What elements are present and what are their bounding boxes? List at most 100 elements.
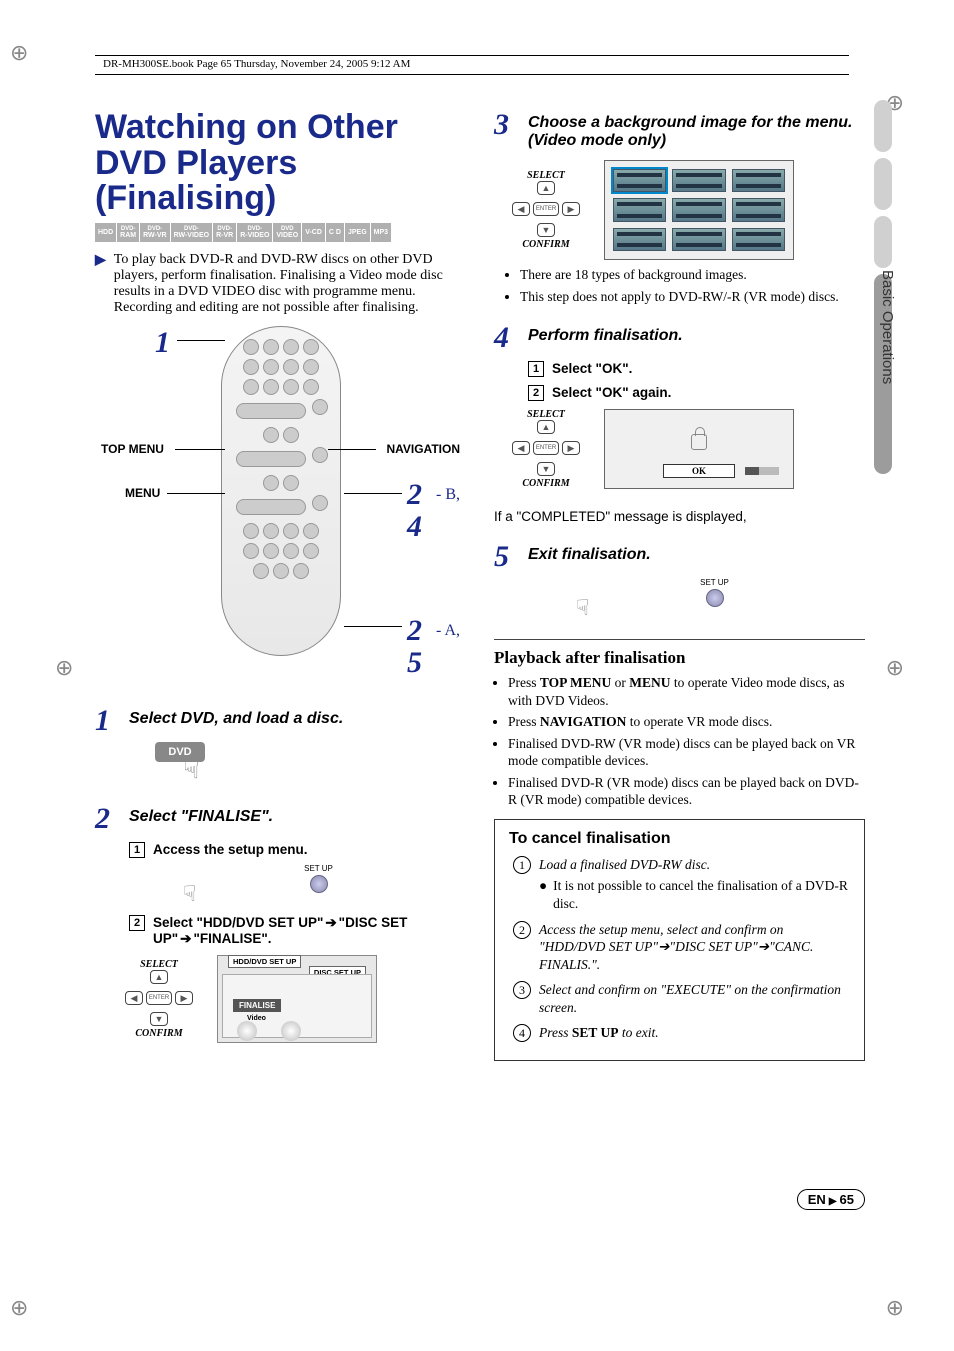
cancel-step: 4 Press SET UP to exit. xyxy=(513,1024,850,1042)
up-arrow-icon: ▲ xyxy=(150,970,168,984)
cancel-step: 3 Select and confirm on "EXECUTE" on the… xyxy=(513,981,850,1016)
left-column: Watching on Other DVD Players (Finalisin… xyxy=(95,110,466,1240)
bg-thumb xyxy=(672,169,725,192)
enter-button-icon: ENTER xyxy=(533,202,559,216)
callout-number: 4 xyxy=(407,510,422,544)
badge: MP3 xyxy=(371,223,391,242)
bg-thumb xyxy=(732,169,785,192)
bullet-text: Finalised DVD-RW (VR mode) discs can be … xyxy=(508,735,865,770)
substep-text: Select "OK" again. xyxy=(552,385,671,401)
substep-text: Select "HDD/DVD SET UP"➔"DISC SET UP"➔"F… xyxy=(153,915,466,947)
callout-number: 1 xyxy=(155,326,170,360)
step-title: Select "FINALISE". xyxy=(129,804,273,826)
down-arrow-icon: ▼ xyxy=(150,1012,168,1026)
progress-bar xyxy=(745,467,779,475)
bullet-text: Finalised DVD-R (VR mode) discs can be p… xyxy=(508,774,865,809)
bullet-text: Press NAVIGATION to operate VR mode disc… xyxy=(508,713,865,731)
badge: C D xyxy=(326,223,344,242)
badge: JPEG xyxy=(345,223,370,242)
setup-button-figure: SET UP ☟ xyxy=(564,578,865,621)
substep-text: Access the setup menu. xyxy=(153,842,308,858)
completed-text: If a "COMPLETED" message is displayed, xyxy=(494,509,865,524)
cancel-heading: To cancel finalisation xyxy=(509,830,850,848)
bullet-text: There are 18 types of background images. xyxy=(520,266,865,284)
bg-thumb xyxy=(732,198,785,221)
down-arrow-icon: ▼ xyxy=(537,462,555,476)
nav-pad-figure: SELECT ▲ ▼ ◀ ▶ ENTER CONFIRM xyxy=(119,959,199,1039)
left-arrow-icon: ◀ xyxy=(125,991,143,1005)
badge: V-CD xyxy=(302,223,325,242)
bullet-text: This step does not apply to DVD-RW/-R (V… xyxy=(520,288,865,306)
right-arrow-icon: ▶ xyxy=(562,441,580,455)
bg-thumb-selected xyxy=(613,169,666,192)
ok-button: OK xyxy=(663,464,735,478)
right-column: 3 Choose a background image for the menu… xyxy=(494,110,865,1240)
crop-mark-icon: ⊕ xyxy=(10,40,28,66)
remote-diagram: 1 TOP MENU MENU NAVIGATION 2 - B, 4 2 - … xyxy=(95,326,466,676)
left-arrow-icon: ◀ xyxy=(512,202,530,216)
cancel-step: 2 Access the setup menu, select and conf… xyxy=(513,921,850,974)
bg-thumb xyxy=(732,228,785,251)
finalise-item: FINALISE xyxy=(233,999,281,1012)
badge: DVD-RW-VR xyxy=(140,223,169,242)
circle-number: 4 xyxy=(513,1024,531,1042)
select-label: SELECT xyxy=(140,959,178,970)
select-label: SELECT xyxy=(527,409,565,420)
step-title: Choose a background image for the menu. … xyxy=(528,110,865,150)
badge: HDD xyxy=(95,223,116,242)
disc-icon xyxy=(281,1021,301,1041)
callout-number: 5 xyxy=(407,646,422,680)
bg-thumb xyxy=(672,198,725,221)
enter-button-icon: ENTER xyxy=(146,991,172,1005)
callout-number: 2 xyxy=(407,478,422,512)
bg-thumb xyxy=(672,228,725,251)
enter-button-icon: ENTER xyxy=(533,441,559,455)
arrow-icon: ▶ xyxy=(95,252,106,316)
nav-pad-figure: SELECT ▲ ▼ ◀ ▶ ENTER CONFIRM xyxy=(506,170,586,250)
badge: DVD-R-VR xyxy=(213,223,236,242)
side-tab xyxy=(874,100,892,152)
step-number: 2 xyxy=(95,804,119,834)
background-grid xyxy=(604,160,794,260)
down-arrow-icon: ▼ xyxy=(537,223,555,237)
side-section-label: Basic Operations xyxy=(879,270,896,384)
confirm-label: CONFIRM xyxy=(522,478,569,489)
step-number: 1 xyxy=(95,706,119,736)
intro-paragraph: ▶ To play back DVD-R and DVD-RW discs on… xyxy=(95,252,466,316)
cancel-box: To cancel finalisation 1 Load a finalise… xyxy=(494,819,865,1061)
hand-icon: ☟ xyxy=(576,595,865,621)
bg-thumb xyxy=(613,198,666,221)
substep-text: Select "OK". xyxy=(552,361,632,377)
disc-icon xyxy=(237,1021,257,1041)
setup-label: SET UP xyxy=(171,864,466,873)
step-number: 3 xyxy=(494,110,518,140)
up-arrow-icon: ▲ xyxy=(537,181,555,195)
ok-dialog-screenshot: OK xyxy=(604,409,794,489)
step-1: 1 Select DVD, and load a disc. DVD ☟ xyxy=(95,706,466,786)
crop-mark-icon: ⊕ xyxy=(886,655,904,681)
setup-button-figure: SET UP ☟ xyxy=(171,864,466,907)
bg-thumb xyxy=(613,228,666,251)
substep-box: 2 xyxy=(528,385,544,401)
confirm-label: CONFIRM xyxy=(522,239,569,250)
step-3: 3 Choose a background image for the menu… xyxy=(494,110,865,305)
step-title: Perform finalisation. xyxy=(528,323,683,345)
step-title: Exit finalisation. xyxy=(528,542,651,564)
badge: DVDVIDEO xyxy=(273,223,301,242)
badge: DVD-RAM xyxy=(117,223,139,242)
hand-icon: ☟ xyxy=(183,752,466,786)
step-4: 4 Perform finalisation. 1 Select "OK". 2… xyxy=(494,323,865,524)
nav-pad-figure: SELECT ▲ ▼ ◀ ▶ ENTER CONFIRM xyxy=(506,409,586,489)
page-title: Watching on Other DVD Players (Finalisin… xyxy=(95,110,466,217)
callout-number: 2 xyxy=(407,614,422,648)
callout-sub: - B, xyxy=(436,486,460,504)
substep-box: 2 xyxy=(129,915,145,931)
confirm-label: CONFIRM xyxy=(135,1028,182,1039)
crop-mark-icon: ⊕ xyxy=(886,1295,904,1321)
side-tab xyxy=(874,216,892,268)
setup-menu-screenshot: HDD/DVD SET UP DISC SET UP FINALISE Vide… xyxy=(217,955,377,1043)
sub-bullet: It is not possible to cancel the finalis… xyxy=(553,877,850,912)
step-number: 5 xyxy=(494,542,518,572)
format-badges: HDD DVD-RAM DVD-RW-VR DVD-RW-VIDEO DVD-R… xyxy=(95,223,466,242)
right-arrow-icon: ▶ xyxy=(562,202,580,216)
